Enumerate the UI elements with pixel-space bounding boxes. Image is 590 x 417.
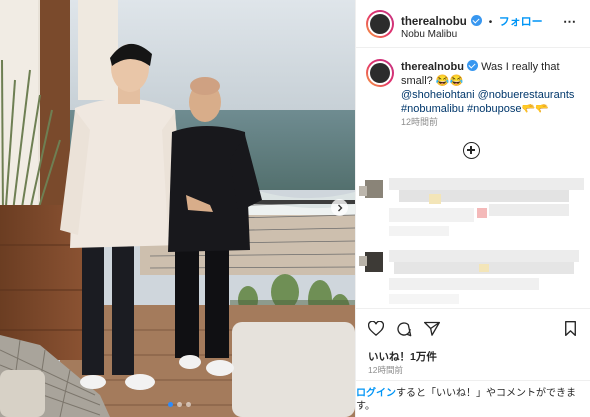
- post-photo[interactable]: [0, 0, 355, 417]
- caption-timestamp: 12時間前: [401, 117, 439, 127]
- caption-avatar[interactable]: [366, 59, 394, 87]
- username-link[interactable]: therealnobu: [401, 16, 467, 28]
- heart-icon[interactable]: [368, 321, 384, 336]
- bookmark-icon[interactable]: [564, 321, 577, 336]
- location-link[interactable]: Nobu Malibu: [401, 29, 457, 40]
- post-side-panel: therealnobu • フォロー Nobu Malibu ⋯ thereal…: [355, 0, 590, 417]
- comment-icon[interactable]: [396, 321, 412, 337]
- action-bar: [356, 308, 590, 348]
- carousel-dot: [186, 402, 191, 407]
- plus-circle-icon[interactable]: [463, 142, 480, 159]
- post-timestamp: 12時間前: [368, 365, 403, 375]
- caption-username[interactable]: therealnobu: [401, 61, 464, 73]
- caption: therealnobu Was I really that small? 😂😂 …: [401, 60, 586, 116]
- login-prompt: ログインすると「いいね！」やコメントができます。: [356, 380, 590, 417]
- carousel-dot: [168, 402, 173, 407]
- login-link[interactable]: ログイン: [356, 388, 396, 399]
- carousel-next-button[interactable]: [331, 199, 348, 216]
- caption-emoji: 🫳🫳: [521, 103, 549, 115]
- avatar[interactable]: [366, 10, 394, 38]
- blurred-comment: [359, 172, 585, 242]
- header-user-row: therealnobu • フォロー: [401, 12, 543, 30]
- follow-button[interactable]: フォロー: [499, 16, 543, 28]
- separator-dot: •: [488, 17, 493, 28]
- more-options-icon[interactable]: ⋯: [563, 14, 577, 30]
- paper-plane-icon[interactable]: [424, 321, 440, 336]
- post-header: therealnobu • フォロー Nobu Malibu ⋯: [356, 0, 590, 48]
- verified-badge-icon: [467, 60, 479, 71]
- carousel-dot: [177, 402, 182, 407]
- blurred-comment: [359, 242, 585, 312]
- carousel-indicator: [168, 402, 191, 407]
- caption-mentions[interactable]: @shoheiohtani @nobuerestaurants: [401, 89, 574, 101]
- chevron-right-icon: [337, 204, 342, 211]
- likes-count[interactable]: いいね！1万件: [368, 349, 437, 364]
- caption-hashtags[interactable]: #nobumalibu #nobupose: [401, 103, 522, 115]
- verified-badge-icon: [471, 15, 483, 26]
- photo-illustration: [0, 0, 355, 417]
